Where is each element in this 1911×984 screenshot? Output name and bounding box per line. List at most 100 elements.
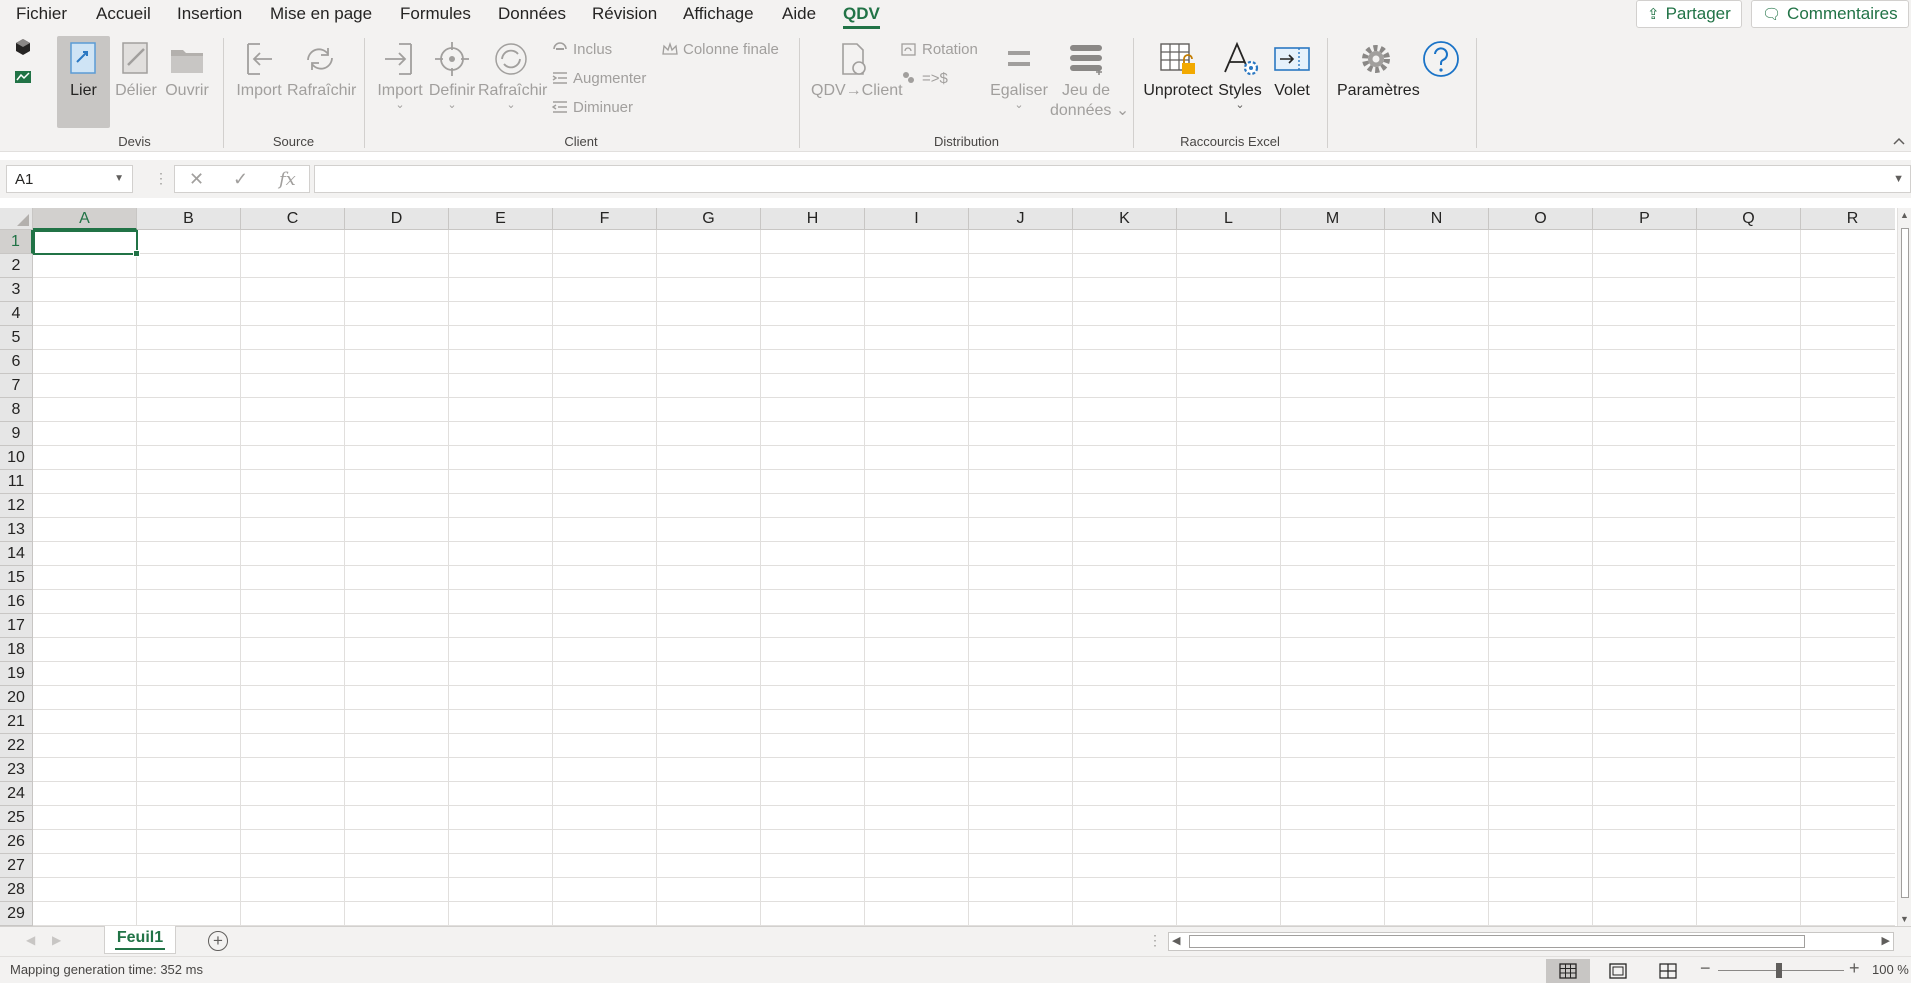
tab-qdv[interactable]: QDV [843,4,880,29]
active-cell[interactable] [33,230,140,257]
row-header-11[interactable]: 11 [0,470,33,494]
spreadsheet-chart-icon[interactable] [14,68,32,86]
column-header-m[interactable]: M [1281,208,1385,230]
zoom-in-icon[interactable]: + [1849,958,1860,979]
row-header-10[interactable]: 10 [0,446,33,470]
zoom-level[interactable]: 100 % [1872,962,1909,977]
column-header-r[interactable]: R [1801,208,1895,230]
client-import-button[interactable]: Import ⌄ [375,40,425,111]
client-definir-button[interactable]: Definir ⌄ [427,40,477,111]
column-header-i[interactable]: I [865,208,969,230]
column-header-n[interactable]: N [1385,208,1489,230]
volet-button[interactable]: Volet [1267,40,1317,100]
row-header-16[interactable]: 16 [0,590,33,614]
tab-formules[interactable]: Formules [400,4,471,24]
help-icon[interactable] [1422,40,1460,78]
row-header-28[interactable]: 28 [0,878,33,902]
vertical-scrollbar[interactable]: ▲ ▼ [1897,208,1911,926]
page-layout-view-button[interactable] [1596,959,1640,983]
row-header-1[interactable]: 1 [0,230,33,254]
row-header-14[interactable]: 14 [0,542,33,566]
row-header-3[interactable]: 3 [0,278,33,302]
normal-view-button[interactable] [1546,959,1590,983]
row-header-18[interactable]: 18 [0,638,33,662]
column-header-g[interactable]: G [657,208,761,230]
column-header-e[interactable]: E [449,208,553,230]
scroll-left-icon[interactable]: ◀ [1172,934,1180,947]
row-header-7[interactable]: 7 [0,374,33,398]
column-header-q[interactable]: Q [1697,208,1801,230]
parametres-button[interactable]: Paramètres [1337,40,1420,100]
row-header-5[interactable]: 5 [0,326,33,350]
column-header-k[interactable]: K [1073,208,1177,230]
row-header-20[interactable]: 20 [0,686,33,710]
row-header-25[interactable]: 25 [0,806,33,830]
row-header-22[interactable]: 22 [0,734,33,758]
row-header-29[interactable]: 29 [0,902,33,926]
cell-area[interactable] [33,230,1895,926]
vertical-scroll-thumb[interactable] [1901,228,1909,898]
prev-sheet-icon[interactable]: ◀ [26,933,35,947]
expand-formula-icon[interactable]: ▼ [1893,173,1904,185]
row-header-8[interactable]: 8 [0,398,33,422]
function-icon[interactable]: fx [279,169,296,190]
row-header-23[interactable]: 23 [0,758,33,782]
tab-insertion[interactable]: Insertion [177,4,242,24]
rotation-button[interactable]: Rotation [901,41,978,58]
zoom-slider-thumb[interactable] [1776,963,1782,978]
diminuer-button[interactable]: Diminuer [552,99,633,116]
tab-accueil[interactable]: Accueil [96,4,151,24]
chevron-down-icon[interactable]: ▼ [114,173,124,184]
augmenter-button[interactable]: Augmenter [552,70,646,87]
column-header-a[interactable]: A [33,208,137,230]
check-icon[interactable]: ✓ [233,169,248,190]
delier-button[interactable]: Délier [112,40,160,100]
ouvrir-button[interactable]: Ouvrir [163,40,211,100]
source-import-button[interactable]: Import [234,40,284,100]
sheet-tab-feuil1[interactable]: Feuil1 [104,926,176,954]
qdv-client-button[interactable]: QDV→Client [811,40,903,100]
row-header-2[interactable]: 2 [0,254,33,278]
styles-button[interactable]: Styles ⌄ [1216,40,1264,111]
row-header-4[interactable]: 4 [0,302,33,326]
tab-fichier[interactable]: Fichier [16,4,67,24]
scroll-up-icon[interactable]: ▲ [1900,210,1909,220]
tab-revision[interactable]: Révision [592,4,657,24]
comments-button[interactable]: 🗨 Commentaires [1751,0,1909,28]
row-header-17[interactable]: 17 [0,614,33,638]
row-header-12[interactable]: 12 [0,494,33,518]
formula-input[interactable]: ▼ [314,165,1911,193]
tab-affichage[interactable]: Affichage [683,4,754,24]
split-handle-icon[interactable]: ⋮ [1148,932,1162,949]
column-header-c[interactable]: C [241,208,345,230]
scroll-right-icon[interactable]: ▶ [1882,934,1890,947]
cube-icon[interactable] [14,38,32,56]
lier-button[interactable]: Lier [57,36,110,128]
tab-mise-en-page[interactable]: Mise en page [270,4,372,24]
select-all-corner[interactable] [0,208,33,230]
page-break-view-button[interactable] [1646,959,1690,983]
next-sheet-icon[interactable]: ▶ [52,933,61,947]
row-header-6[interactable]: 6 [0,350,33,374]
row-header-27[interactable]: 27 [0,854,33,878]
tab-aide[interactable]: Aide [782,4,816,24]
column-header-j[interactable]: J [969,208,1073,230]
zoom-out-icon[interactable]: − [1700,958,1711,979]
row-header-24[interactable]: 24 [0,782,33,806]
spreadsheet-grid[interactable]: ABCDEFGHIJKLMNOPQR 1 2 3 4 5 6 7 8 9 10 11 12 13 14 15… [0,208,1895,926]
client-rafraichir-button[interactable]: Rafraîchir ⌄ [478,40,547,111]
row-header-13[interactable]: 13 [0,518,33,542]
column-header-f[interactable]: F [553,208,657,230]
inclus-button[interactable]: Inclus [552,41,612,58]
source-rafraichir-button[interactable]: Rafraîchir [287,40,356,100]
row-header-21[interactable]: 21 [0,710,33,734]
share-button[interactable]: ⇪ Partager [1636,0,1742,28]
column-header-o[interactable]: O [1489,208,1593,230]
column-header-p[interactable]: P [1593,208,1697,230]
cancel-icon[interactable]: ✕ [189,169,204,190]
name-box[interactable]: A1 ▼ [6,165,133,193]
column-header-l[interactable]: L [1177,208,1281,230]
row-header-26[interactable]: 26 [0,830,33,854]
horizontal-scrollbar[interactable]: ◀ ▶ [1168,932,1894,951]
row-header-19[interactable]: 19 [0,662,33,686]
